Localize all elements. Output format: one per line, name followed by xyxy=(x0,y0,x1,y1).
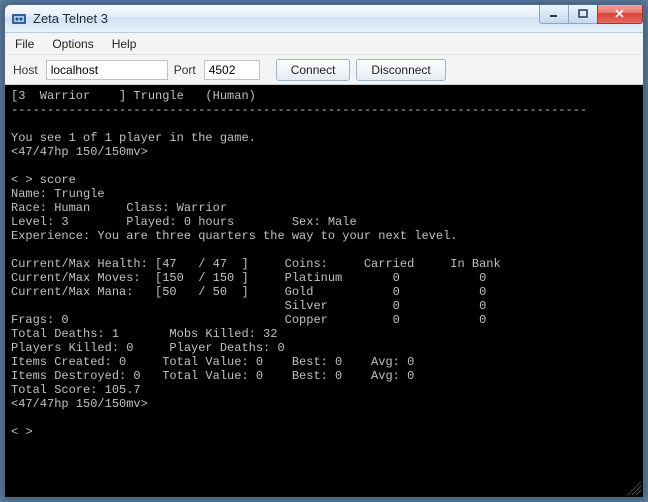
app-window: Zeta Telnet 3 File Options Help Host Por… xyxy=(4,4,644,498)
host-input[interactable] xyxy=(46,60,168,80)
disconnect-button[interactable]: Disconnect xyxy=(356,59,445,81)
term-line: You see 1 of 1 player in the game. xyxy=(11,131,256,145)
term-line: Items Destroyed: 0 Total Value: 0 Best: … xyxy=(11,369,414,383)
menu-bar: File Options Help xyxy=(5,33,643,55)
term-line: <47/47hp 150/150mv> xyxy=(11,397,148,411)
terminal-output[interactable]: [3 Warrior ] Trungle (Human) -----------… xyxy=(5,85,643,497)
term-line: Total Deaths: 1 Mobs Killed: 32 xyxy=(11,327,277,341)
connect-button[interactable]: Connect xyxy=(276,59,351,81)
connection-bar: Host Port Connect Disconnect xyxy=(5,55,643,85)
term-line: < > xyxy=(11,425,33,439)
close-button[interactable] xyxy=(597,5,643,24)
maximize-button[interactable] xyxy=(568,5,598,24)
minimize-button[interactable] xyxy=(539,5,569,24)
term-line: [3 Warrior ] Trungle (Human) xyxy=(11,89,256,103)
port-input[interactable] xyxy=(204,60,260,80)
menu-options[interactable]: Options xyxy=(52,37,93,51)
term-line: <47/47hp 150/150mv> xyxy=(11,145,148,159)
app-icon xyxy=(11,11,27,27)
term-line: ----------------------------------------… xyxy=(11,103,587,117)
term-line: Name: Trungle xyxy=(11,187,105,201)
window-buttons xyxy=(540,5,643,24)
term-line: Current/Max Moves: [150 / 150 ] Platinum… xyxy=(11,271,486,285)
term-line: Race: Human Class: Warrior xyxy=(11,201,227,215)
resize-grip[interactable] xyxy=(627,481,641,495)
term-line: < > score xyxy=(11,173,76,187)
term-line: Level: 3 Played: 0 hours Sex: Male xyxy=(11,215,357,229)
host-label: Host xyxy=(13,63,38,77)
term-line: Items Created: 0 Total Value: 0 Best: 0 … xyxy=(11,355,414,369)
menu-file[interactable]: File xyxy=(15,37,34,51)
term-line: Experience: You are three quarters the w… xyxy=(11,229,457,243)
term-line: Players Killed: 0 Player Deaths: 0 xyxy=(11,341,285,355)
menu-help[interactable]: Help xyxy=(112,37,137,51)
window-title: Zeta Telnet 3 xyxy=(33,11,108,26)
title-bar[interactable]: Zeta Telnet 3 xyxy=(5,5,643,33)
term-line: Current/Max Health: [47 / 47 ] Coins: Ca… xyxy=(11,257,501,271)
term-line: Silver 0 0 xyxy=(11,299,486,313)
term-line: Total Score: 105.7 xyxy=(11,383,141,397)
term-line: Frags: 0 Copper 0 0 xyxy=(11,313,486,327)
term-line: Current/Max Mana: [50 / 50 ] Gold 0 0 xyxy=(11,285,486,299)
port-label: Port xyxy=(174,63,196,77)
